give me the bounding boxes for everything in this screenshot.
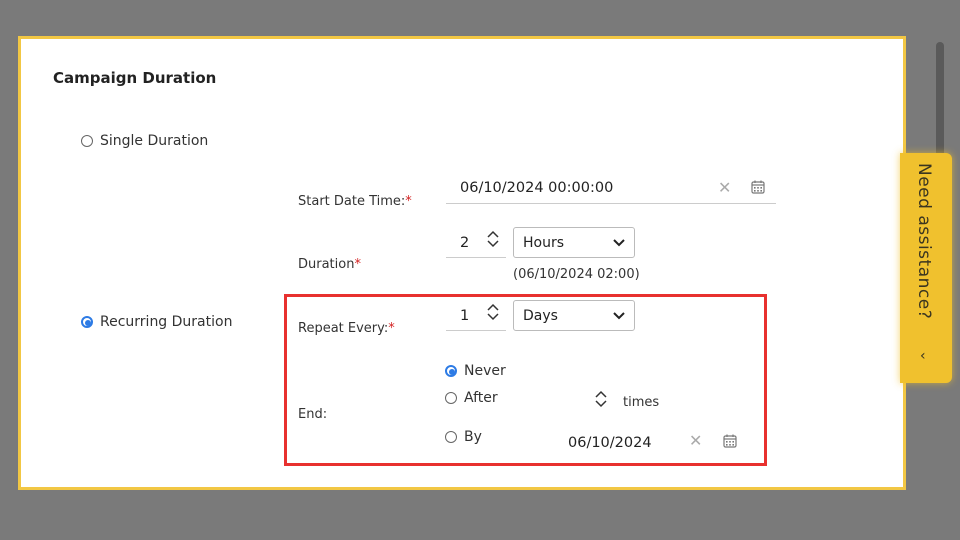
end-by-date-value: 06/10/2024	[568, 435, 652, 451]
repeat-value: 1	[460, 308, 470, 324]
calendar-icon[interactable]	[723, 433, 737, 452]
duration-label-text: Duration	[298, 257, 355, 272]
need-assistance-tab[interactable]: Need assistance? ‹	[900, 153, 952, 383]
stepper-down-icon[interactable]	[486, 312, 500, 322]
required-mark: *	[405, 194, 412, 209]
repeat-every-label-text: Repeat Every:	[298, 321, 389, 336]
start-date-time-value: 06/10/2024 00:00:00	[460, 180, 614, 196]
after-times-stepper[interactable]	[594, 389, 608, 409]
clear-icon[interactable]: ✕	[718, 178, 731, 197]
duration-number-input[interactable]: 2	[446, 227, 506, 258]
single-duration-label: Single Duration	[100, 133, 209, 149]
repeat-number-input[interactable]: 1	[446, 300, 506, 331]
stepper-up-icon[interactable]	[594, 389, 608, 399]
start-date-time-label-text: Start Date Time:	[298, 194, 406, 209]
stepper-up-icon[interactable]	[486, 229, 500, 239]
recurring-duration-radio[interactable]	[81, 316, 93, 328]
stepper-down-icon[interactable]	[486, 239, 500, 249]
end-by-radio[interactable]	[445, 431, 457, 443]
campaign-duration-panel: Campaign Duration Single Duration Recurr…	[18, 36, 906, 490]
end-never-label: Never	[464, 363, 506, 379]
calendar-icon[interactable]	[751, 179, 765, 198]
repeat-stepper[interactable]	[486, 302, 500, 322]
chevron-down-icon	[613, 238, 625, 246]
clear-icon[interactable]: ✕	[689, 431, 702, 450]
end-never-radio[interactable]	[445, 365, 457, 377]
repeat-every-label: Repeat Every:*	[298, 321, 395, 336]
duration-label: Duration*	[298, 257, 361, 272]
recurring-duration-label: Recurring Duration	[100, 314, 233, 330]
end-by-label: By	[464, 429, 482, 445]
stepper-down-icon[interactable]	[594, 399, 608, 409]
required-mark: *	[354, 257, 361, 272]
duration-unit-select[interactable]: Hours	[513, 227, 635, 258]
duration-unit-value: Hours	[523, 234, 565, 251]
start-date-time-label: Start Date Time:*	[298, 194, 412, 209]
end-after-radio[interactable]	[445, 392, 457, 404]
times-label: times	[623, 395, 660, 410]
end-after-label: After	[464, 390, 498, 406]
chevron-down-icon	[613, 311, 625, 319]
duration-stepper[interactable]	[486, 229, 500, 249]
chevron-left-icon: ‹	[920, 348, 926, 364]
required-mark: *	[388, 321, 395, 336]
repeat-unit-value: Days	[523, 307, 558, 324]
duration-end-preview: (06/10/2024 02:00)	[513, 267, 640, 282]
duration-value: 2	[460, 235, 470, 251]
end-after-option[interactable]: After	[445, 390, 498, 406]
repeat-unit-select[interactable]: Days	[513, 300, 635, 331]
stepper-up-icon[interactable]	[486, 302, 500, 312]
single-duration-radio[interactable]	[81, 135, 93, 147]
end-never-option[interactable]: Never	[445, 363, 506, 379]
section-title: Campaign Duration	[53, 69, 217, 87]
start-date-time-field[interactable]: 06/10/2024 00:00:00 ✕	[446, 173, 776, 204]
single-duration-option[interactable]: Single Duration	[81, 133, 208, 149]
recurring-duration-option[interactable]: Recurring Duration	[81, 314, 232, 330]
need-assistance-label: Need assistance?	[914, 163, 934, 320]
end-label: End:	[298, 407, 328, 422]
end-by-option[interactable]: By	[445, 429, 482, 445]
